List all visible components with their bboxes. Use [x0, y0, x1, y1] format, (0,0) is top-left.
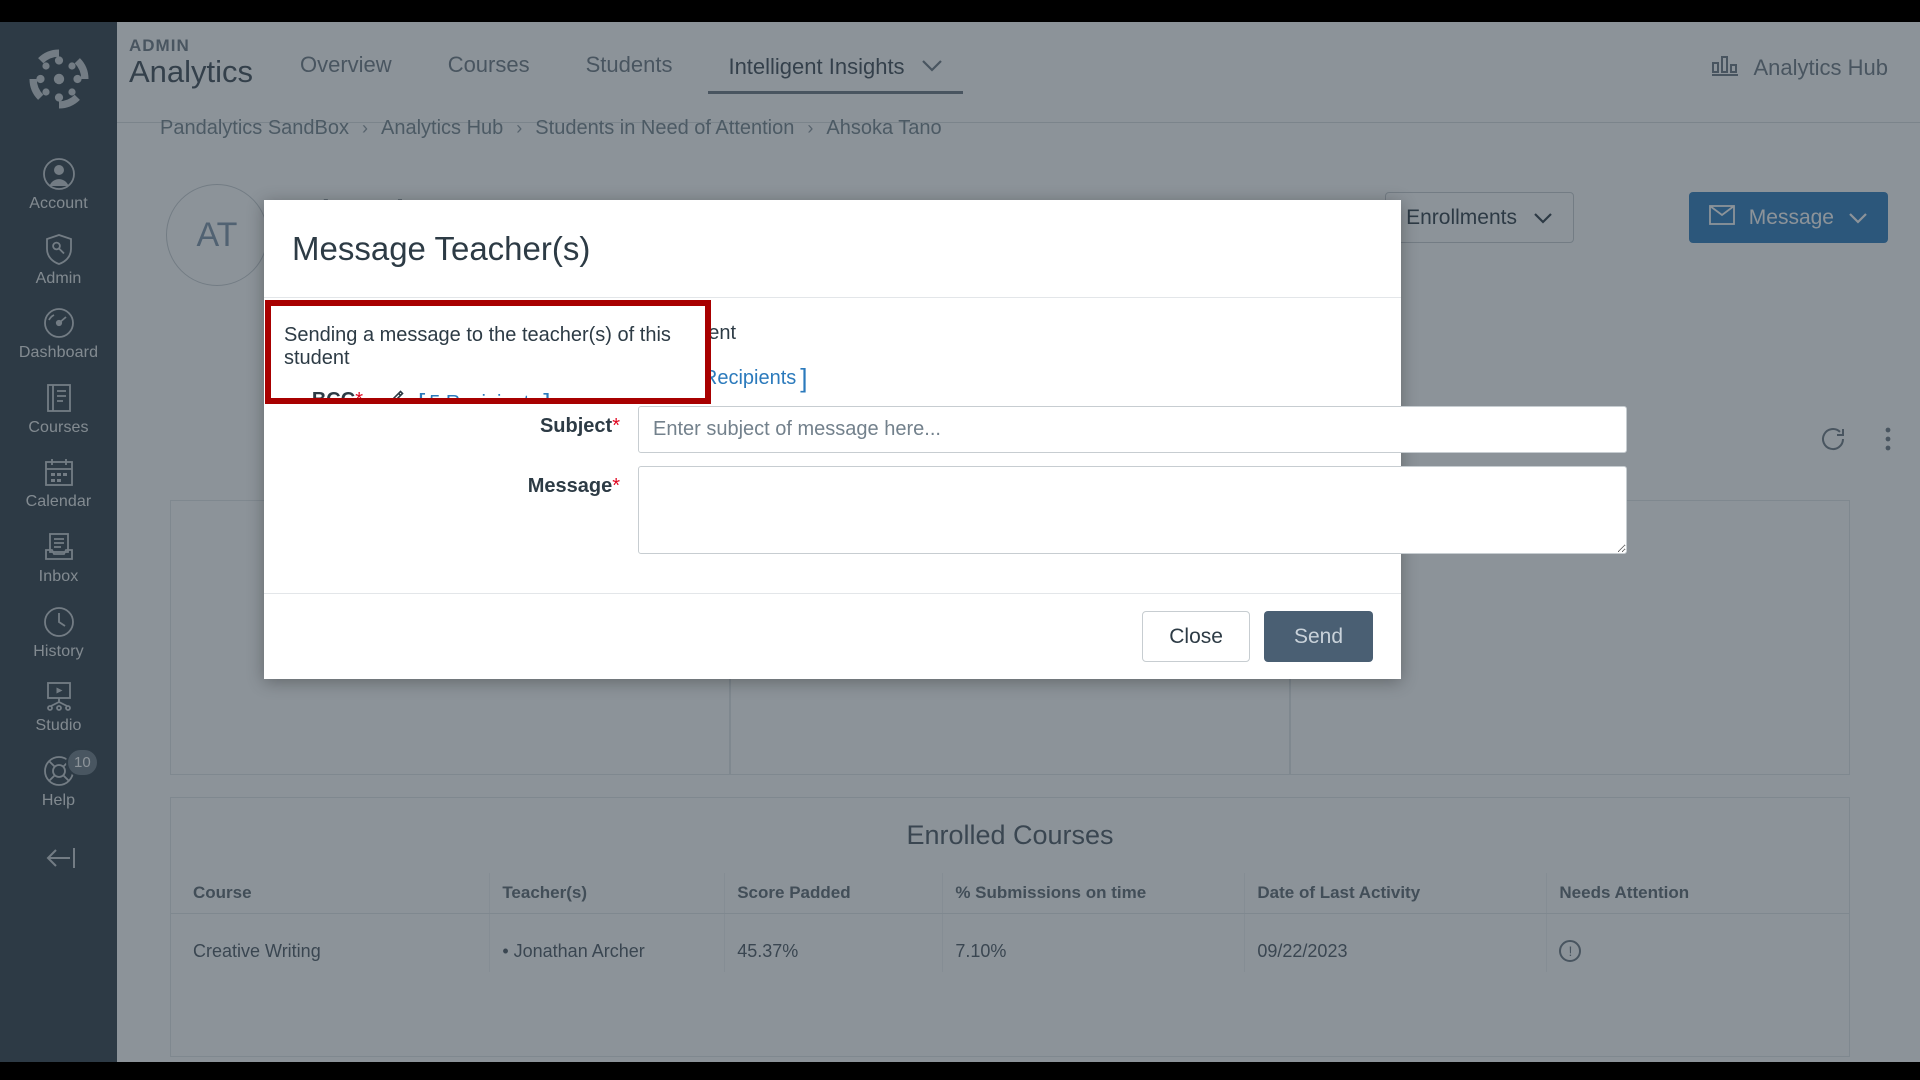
bcc-label-text: BCC	[311, 389, 356, 404]
dialog-header: Message Teacher(s)	[264, 200, 1401, 298]
highlight-intro-text: Sending a message to the teacher(s) of t…	[284, 324, 671, 369]
bcc-control: [ 5 Recipients ]	[638, 358, 1401, 393]
pencil-icon[interactable]	[381, 389, 405, 398]
bracket-close: ]	[800, 362, 808, 393]
message-label: Message*	[264, 466, 638, 498]
annotation-highlight-box: Sending a message to the teacher(s) of t…	[265, 300, 711, 404]
highlight-bcc-label: BCC*	[271, 389, 381, 404]
bracket-open: [	[418, 387, 426, 404]
subject-label: Subject*	[264, 406, 638, 438]
recipients-pill[interactable]: [ 5 Recipients ]	[418, 387, 551, 404]
message-field-row: Message*	[264, 453, 1627, 559]
required-asterisk: *	[612, 415, 620, 437]
bcc-value: [ 5 Recipients ]	[638, 358, 1373, 393]
required-asterisk: *	[612, 475, 620, 497]
bracket-close: ]	[543, 387, 551, 404]
dialog-footer: Close Send	[264, 593, 1401, 679]
subject-control	[638, 406, 1655, 453]
recipients-count-label: 5 Recipients	[429, 391, 540, 404]
message-teachers-dialog: Message Teacher(s) Sending a message to …	[264, 200, 1627, 679]
close-button[interactable]: Close	[1142, 611, 1250, 662]
message-control	[638, 466, 1655, 559]
required-asterisk: *	[355, 389, 363, 404]
highlight-bcc-value: [ 5 Recipients ]	[381, 383, 551, 404]
send-button[interactable]: Send	[1263, 611, 1373, 662]
screenshot-root: Account Admin Dashboar	[0, 0, 1920, 1080]
dialog-title: Message Teacher(s)	[292, 229, 591, 267]
highlight-bcc-row: BCC* [ 5 Recipients ]	[271, 370, 705, 404]
subject-input[interactable]	[638, 406, 1627, 453]
subject-label-text: Subject	[539, 415, 613, 437]
message-textarea[interactable]	[638, 466, 1627, 554]
message-label-text: Message	[527, 475, 613, 497]
